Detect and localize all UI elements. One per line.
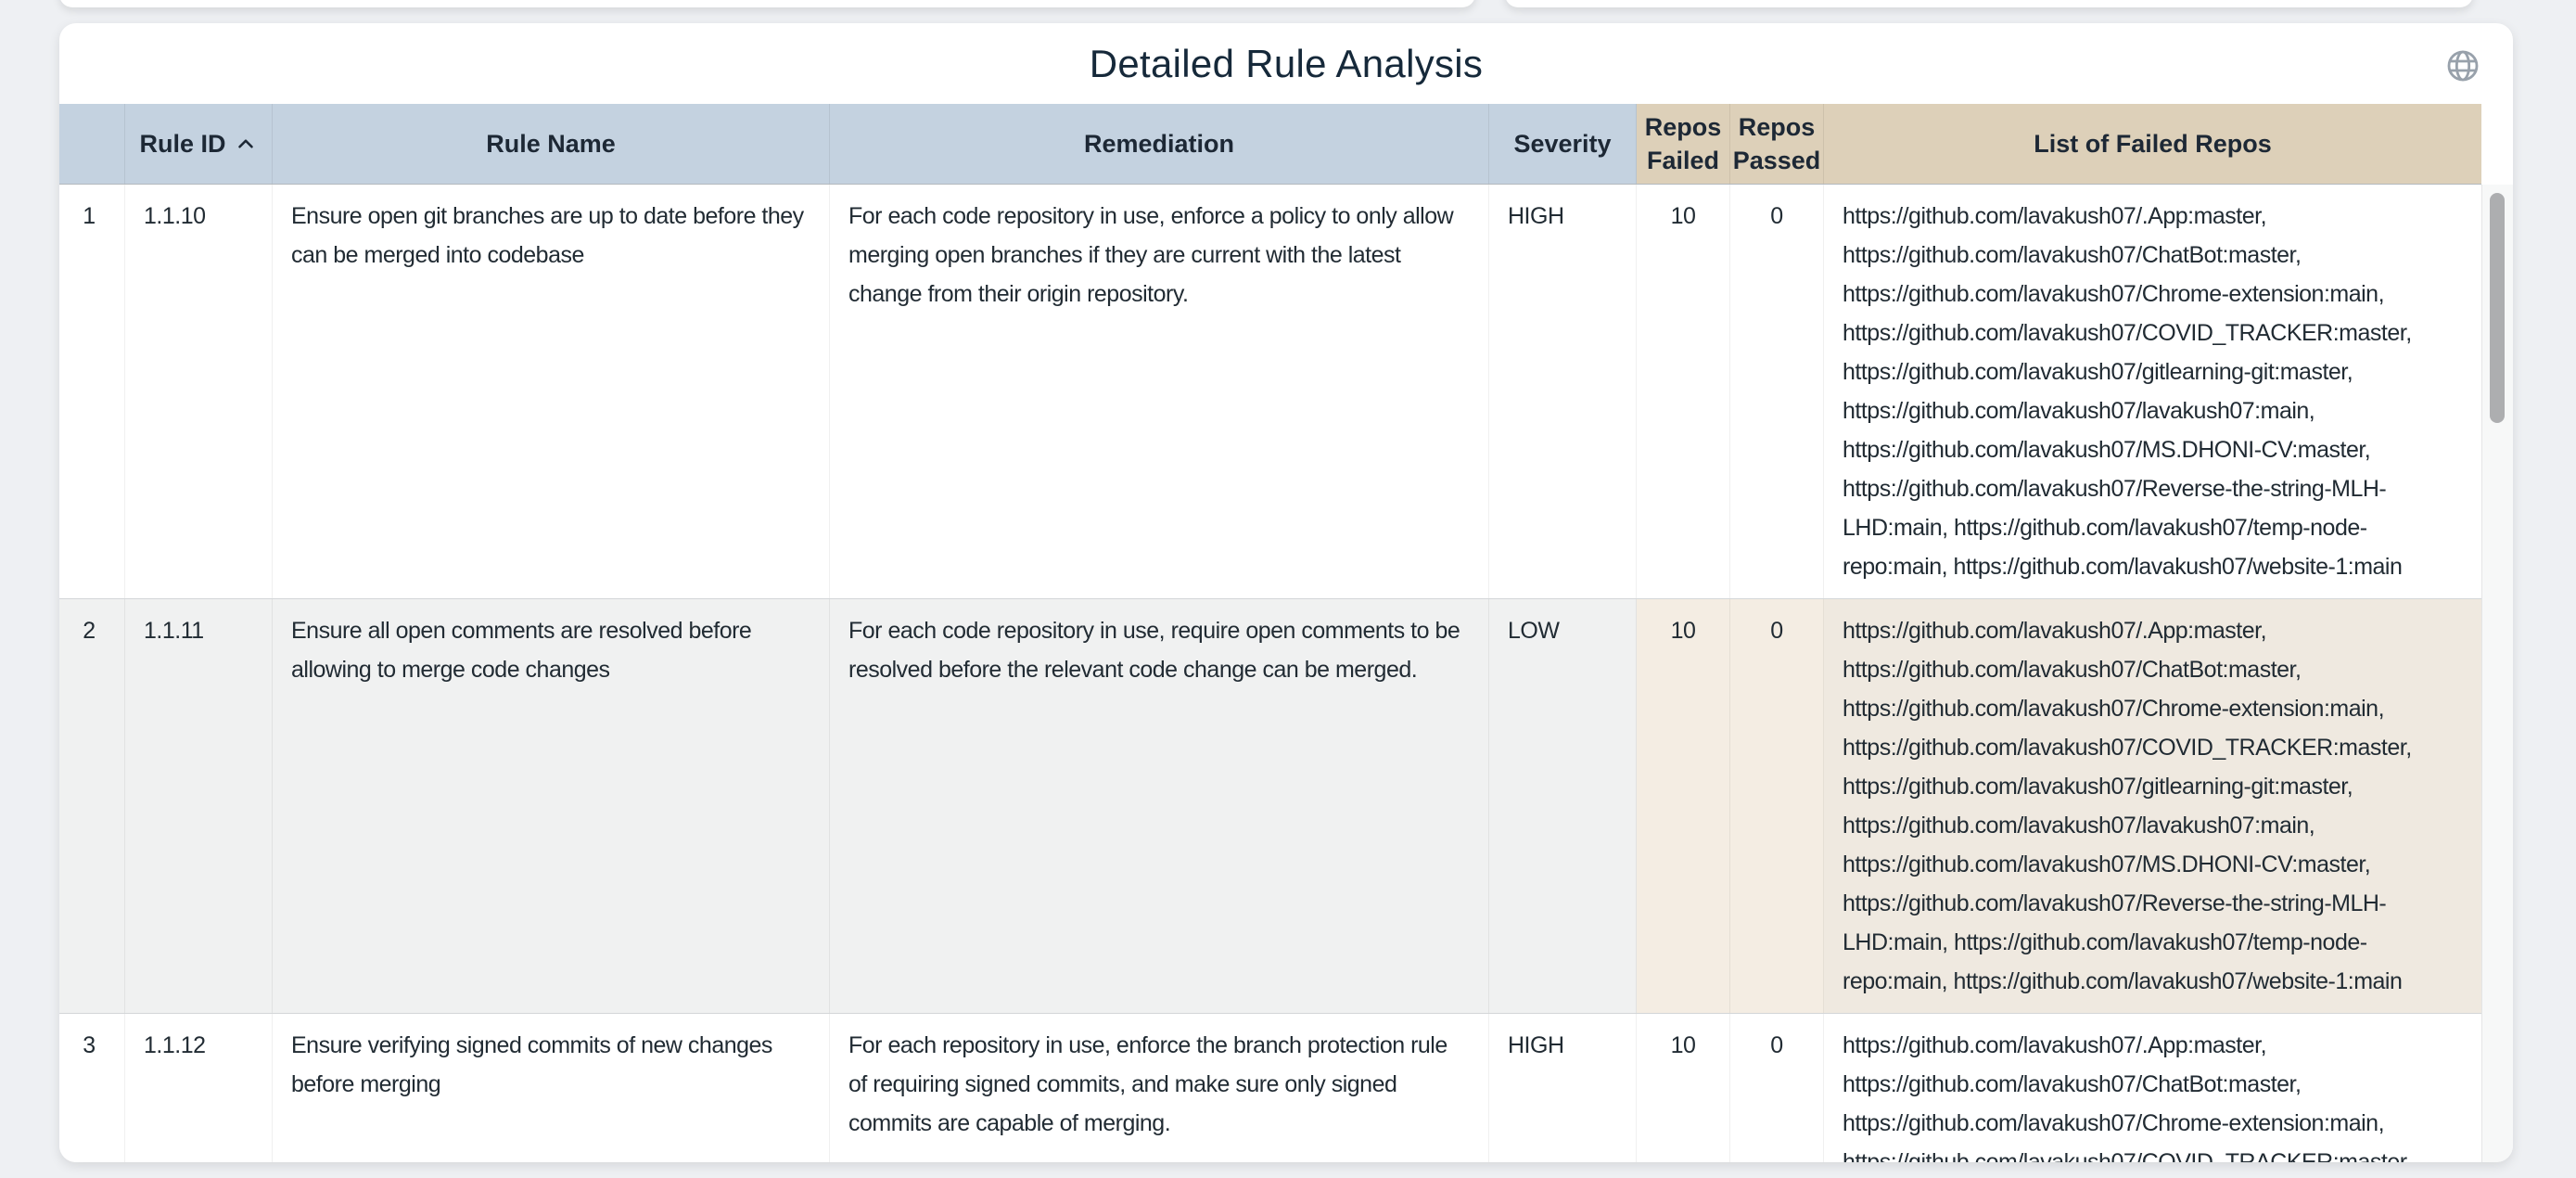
rule-name-cell: Ensure verifying signed commits of new c…	[273, 1014, 830, 1162]
rule-table: Rule ID Rule Name Remediation Severity R…	[59, 104, 2513, 1162]
repos-passed-cell: 0	[1730, 1014, 1824, 1162]
failed-repos-list-cell: https://github.com/lavakush07/.App:maste…	[1824, 599, 2481, 1013]
failed-repos-list-cell: https://github.com/lavakush07/.App:maste…	[1824, 1014, 2481, 1162]
remediation-cell: For each repository in use, enforce the …	[830, 1014, 1489, 1162]
table-row: 1 1.1.10 Ensure open git branches are up…	[59, 185, 2481, 599]
repos-failed-cell: 10	[1637, 185, 1730, 598]
remediation-cell: For each code repository in use, require…	[830, 599, 1489, 1013]
failed-repos-list-cell: https://github.com/lavakush07/.App:maste…	[1824, 185, 2481, 598]
top-left-card-edge	[59, 0, 1475, 7]
rule-id-cell: 1.1.11	[125, 599, 273, 1013]
repos-passed-cell: 0	[1730, 599, 1824, 1013]
severity-cell: HIGH	[1489, 185, 1637, 598]
row-index: 2	[59, 599, 125, 1013]
column-header-remediation[interactable]: Remediation	[830, 104, 1489, 184]
top-right-card-edge	[1505, 0, 2473, 7]
severity-cell: HIGH	[1489, 1014, 1637, 1162]
table-header-row: Rule ID Rule Name Remediation Severity R…	[59, 104, 2481, 185]
scrollbar-track[interactable]	[2481, 185, 2513, 1162]
table-body: 1 1.1.10 Ensure open git branches are up…	[59, 185, 2481, 1162]
page-title: Detailed Rule Analysis	[1090, 42, 1484, 86]
remediation-cell: For each code repository in use, enforce…	[830, 185, 1489, 598]
column-header-failed-repos-list[interactable]: List of Failed Repos	[1824, 104, 2481, 184]
column-header-repos-failed[interactable]: Repos Failed	[1637, 104, 1730, 184]
scrollbar-header-spacer	[2481, 104, 2513, 185]
column-header-rule-name[interactable]: Rule Name	[273, 104, 830, 184]
sort-ascending-icon[interactable]	[234, 132, 258, 156]
scrollbar-thumb[interactable]	[2490, 193, 2505, 423]
globe-button[interactable]	[2444, 47, 2481, 84]
column-header-index	[59, 104, 125, 184]
rule-id-cell: 1.1.10	[125, 185, 273, 598]
column-header-repos-passed[interactable]: Repos Passed	[1730, 104, 1824, 184]
page: Detailed Rule Analysis Rule ID	[0, 0, 2576, 1178]
repos-failed-cell: 10	[1637, 599, 1730, 1013]
severity-cell: LOW	[1489, 599, 1637, 1013]
row-index: 1	[59, 185, 125, 598]
table-row: 2 1.1.11 Ensure all open comments are re…	[59, 599, 2481, 1014]
column-header-rule-id[interactable]: Rule ID	[125, 104, 273, 184]
column-header-severity[interactable]: Severity	[1489, 104, 1637, 184]
row-index: 3	[59, 1014, 125, 1162]
globe-icon	[2444, 47, 2481, 84]
rule-id-cell: 1.1.12	[125, 1014, 273, 1162]
repos-passed-cell: 0	[1730, 185, 1824, 598]
repos-failed-cell: 10	[1637, 1014, 1730, 1162]
rule-name-cell: Ensure all open comments are resolved be…	[273, 599, 830, 1013]
table-scrollbar	[2481, 104, 2513, 1162]
card-title-bar: Detailed Rule Analysis	[59, 23, 2513, 104]
rule-name-cell: Ensure open git branches are up to date …	[273, 185, 830, 598]
table-row: 3 1.1.12 Ensure verifying signed commits…	[59, 1014, 2481, 1162]
detailed-rule-analysis-card: Detailed Rule Analysis Rule ID	[59, 23, 2513, 1162]
